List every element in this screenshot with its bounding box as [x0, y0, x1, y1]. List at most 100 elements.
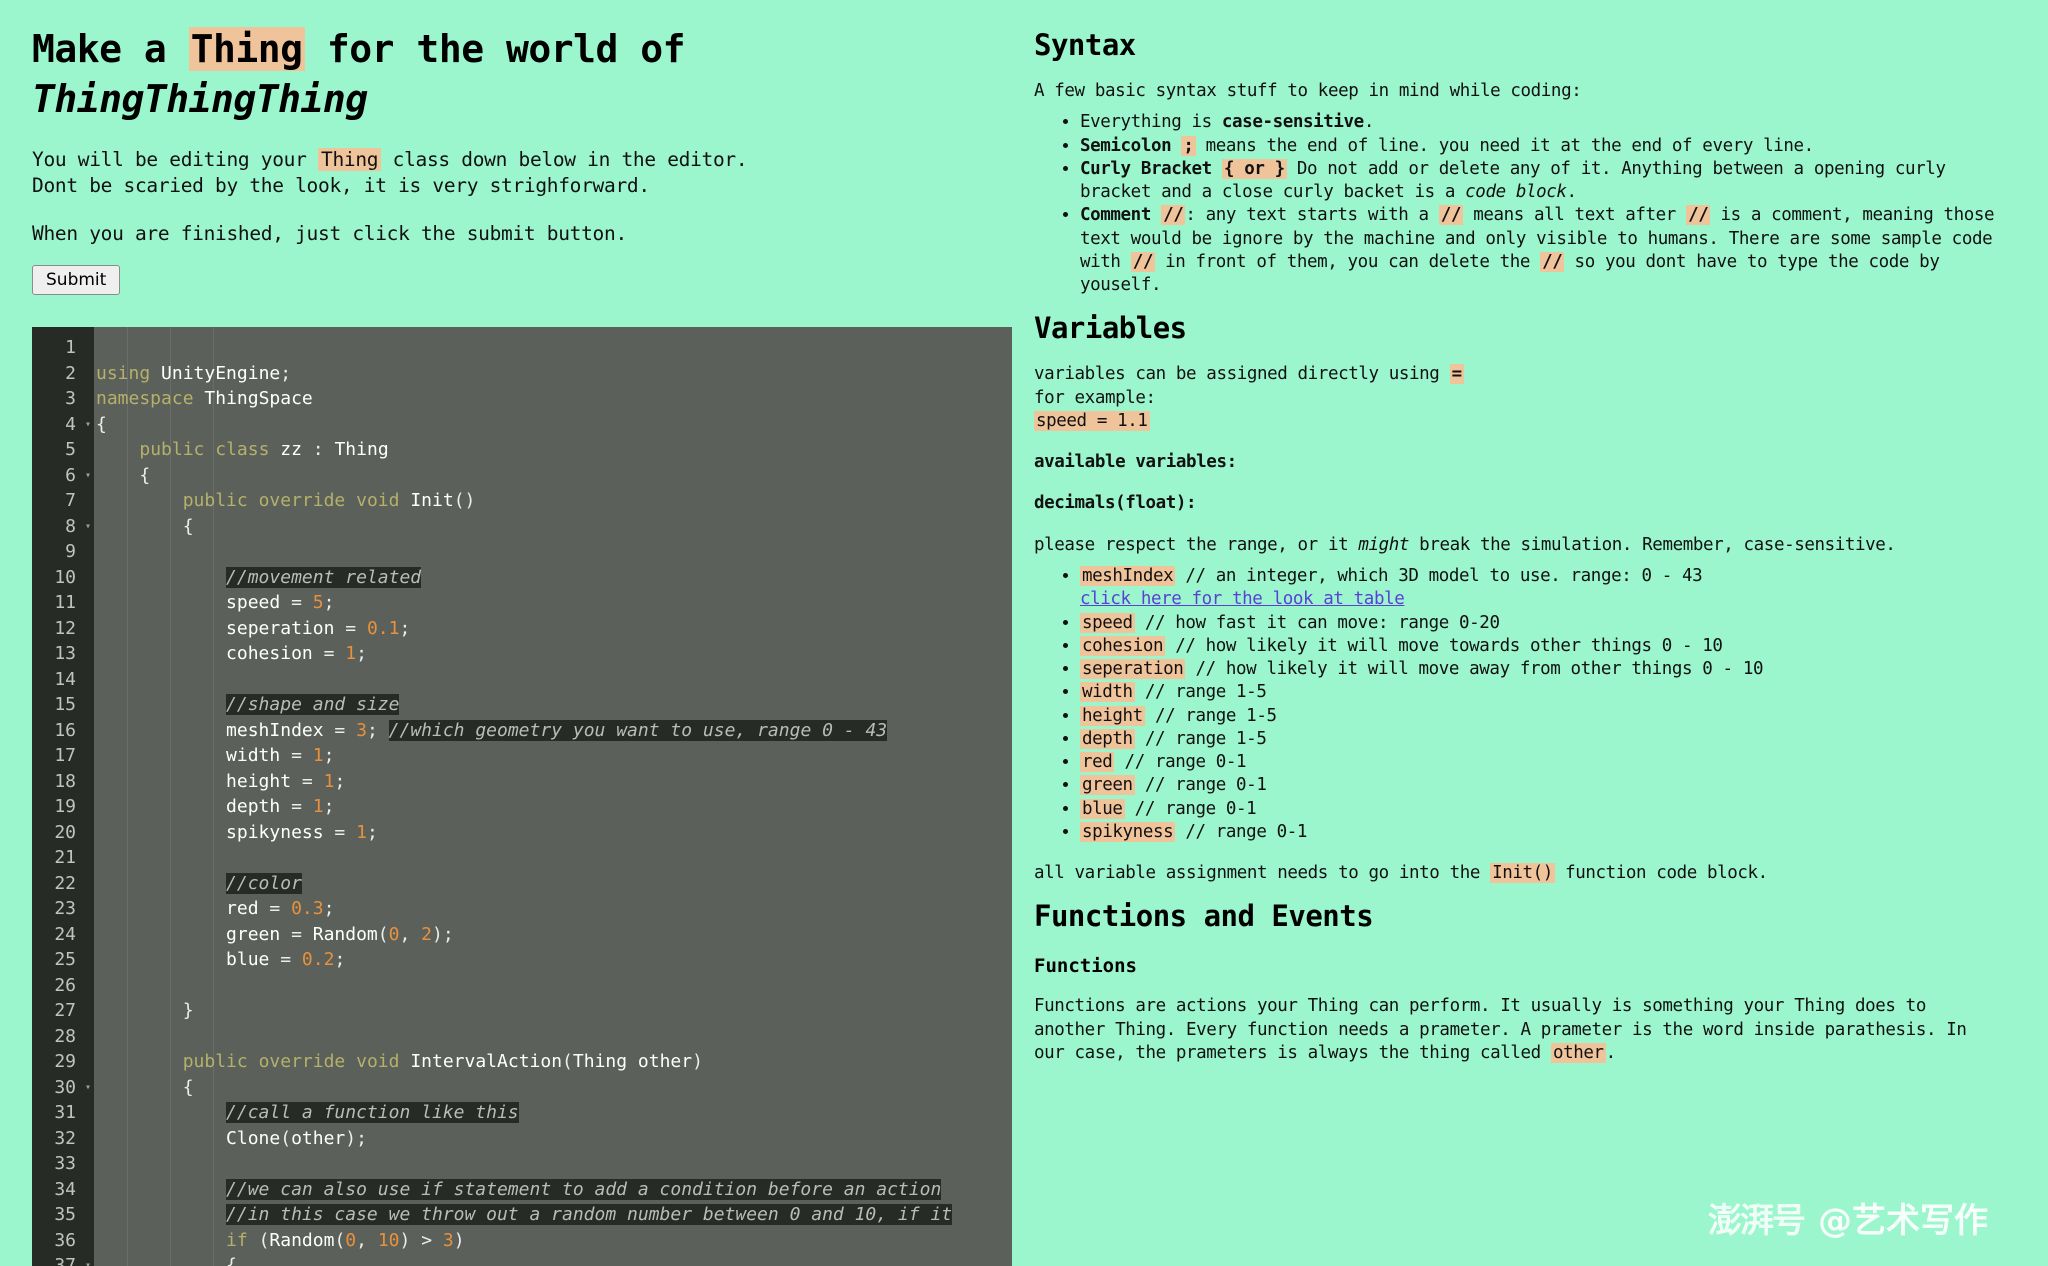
variable-list-item: spikyness // range 0-1 — [1080, 821, 2006, 844]
editor-code-line[interactable] — [94, 973, 1012, 999]
editor-code-line[interactable]: cohesion = 1; — [94, 641, 1012, 667]
variable-description: // range 0-1 — [1114, 752, 1247, 773]
variable-list-item: blue // range 0-1 — [1080, 798, 2006, 821]
editor-line-number: 10 — [54, 566, 76, 588]
editor-code-line[interactable]: } — [94, 998, 1012, 1024]
editor-code-line[interactable]: //we can also use if statement to add a … — [94, 1177, 1012, 1203]
left-column: Make a Thing for the world of ThingThing… — [0, 0, 1024, 1266]
variable-description: // range 1-5 — [1144, 705, 1277, 726]
editor-line-number: 25 — [54, 949, 76, 970]
syntax-b3-code: { or } — [1221, 158, 1287, 179]
editor-code-line[interactable]: blue = 0.2; — [94, 947, 1012, 973]
variable-description: // how fast it can move: range 0-20 — [1134, 612, 1500, 633]
editor-code-line[interactable]: { — [94, 412, 1012, 438]
editor-code-line[interactable]: { — [94, 463, 1012, 489]
editor-code-line[interactable]: { — [94, 1075, 1012, 1101]
editor-code-line[interactable]: //call a function like this — [94, 1100, 1012, 1126]
editor-line-number: 30 ▾ — [32, 1075, 94, 1101]
editor-line-number: 26 — [54, 974, 76, 996]
editor-code-line[interactable]: green = Random(0, 2); — [94, 922, 1012, 948]
editor-code-line[interactable]: meshIndex = 3; //which geometry you want… — [94, 718, 1012, 744]
syntax-b4-code5: // — [1540, 251, 1565, 272]
editor-code-line[interactable] — [94, 1024, 1012, 1050]
closing-init-code: Init() — [1490, 863, 1555, 884]
functions-events-heading: Functions and Events — [1034, 899, 1374, 934]
syntax-b3-rest2: . — [1566, 182, 1578, 203]
editor-code-line[interactable]: //movement related — [94, 565, 1012, 591]
variable-list-item: green // range 0-1 — [1080, 774, 2006, 797]
editor-line-number: 24 — [54, 923, 76, 945]
editor-line-number: 34 — [54, 1178, 76, 1200]
editor-line-number: 19 — [54, 796, 76, 817]
editor-code-line[interactable]: seperation = 0.1; — [94, 616, 1012, 642]
submit-button[interactable]: Submit — [32, 264, 121, 295]
intro-1c: Dont be scaried by the look, it is very … — [32, 174, 650, 198]
variable-name: spikyness — [1080, 821, 1176, 842]
variable-name: meshIndex — [1080, 565, 1176, 586]
editor-line-number: 14 — [54, 668, 76, 690]
editor-code-line[interactable]: namespace ThingSpace — [94, 386, 1012, 412]
syntax-b4-code2: // — [1438, 205, 1464, 226]
syntax-b2-bold: Semicolon — [1080, 135, 1172, 156]
editor-code-line[interactable]: //color — [94, 871, 1012, 897]
editor-code-area[interactable]: using UnityEngine; namespace ThingSpace{ … — [94, 327, 1012, 1266]
editor-code-line[interactable] — [94, 335, 1012, 361]
fold-arrow-icon[interactable]: ▾ — [85, 412, 91, 438]
editor-code-line[interactable]: red = 0.3; — [94, 896, 1012, 922]
variables-equals-code: = — [1449, 364, 1464, 385]
editor-line-number: 36 — [54, 1229, 76, 1251]
fold-arrow-icon[interactable]: ▾ — [85, 514, 91, 540]
editor-code-line[interactable]: depth = 1; — [94, 794, 1012, 820]
editor-line-number: 9 — [65, 541, 76, 562]
title-part-1: Make a — [32, 27, 189, 71]
editor-code-line[interactable]: height = 1; — [94, 769, 1012, 795]
editor-code-line[interactable]: { — [94, 514, 1012, 540]
editor-code-line[interactable]: width = 1; — [94, 743, 1012, 769]
title-part-2: for the world of — [304, 27, 686, 71]
editor-code-line[interactable]: public override void IntervalAction(Thin… — [94, 1049, 1012, 1075]
variable-list-item: red // range 0-1 — [1080, 751, 2006, 774]
functions-p1-a: Functions are actions your Thing can per… — [1034, 996, 1967, 1063]
page-title: Make a Thing for the world of ThingThing… — [32, 27, 992, 121]
decimals-post: break the simulation. Remember, case-sen… — [1409, 534, 1896, 555]
fold-arrow-icon[interactable]: ▾ — [85, 1253, 91, 1266]
editor-code-line[interactable]: public override void Init() — [94, 488, 1012, 514]
syntax-b2-rest: means the end of line. you need it at th… — [1195, 135, 1815, 156]
editor-code-line[interactable] — [94, 845, 1012, 871]
editor-line-number: 11 — [54, 592, 76, 613]
variables-assign-paragraph: variables can be assigned directly using… — [1034, 363, 2006, 433]
variable-description: // range 0-1 — [1134, 775, 1267, 796]
editor-code-line[interactable]: //in this case we throw out a random num… — [94, 1202, 1012, 1228]
editor-code-line[interactable]: if (Random(0, 10) > 3) — [94, 1228, 1012, 1254]
variable-description: // range 1-5 — [1134, 682, 1267, 703]
editor-code-line[interactable] — [94, 1151, 1012, 1177]
editor-line-number: 37 ▾ — [32, 1253, 94, 1266]
fold-arrow-icon[interactable]: ▾ — [85, 1075, 91, 1101]
syntax-item-comment: Comment //: any text starts with a // me… — [1080, 204, 2006, 297]
closing-post: function code block. — [1554, 863, 1768, 884]
editor-code-line[interactable]: speed = 5; — [94, 590, 1012, 616]
variable-name: width — [1080, 682, 1135, 703]
mesh-index-table-link[interactable]: click here for the look at table — [1080, 589, 1405, 609]
syntax-b2-code: ; — [1181, 135, 1196, 156]
decimals-italic: might — [1358, 534, 1410, 555]
intro-1b: class down below in the editor. — [381, 148, 748, 172]
editor-code-line[interactable]: { — [94, 1253, 1012, 1266]
editor-line-number: 32 — [54, 1127, 76, 1149]
editor-code-line[interactable]: Clone(other); — [94, 1126, 1012, 1152]
editor-code-line[interactable]: public class zz : Thing — [94, 437, 1012, 463]
variables-for-example: for example: — [1034, 387, 1156, 408]
editor-code-line[interactable] — [94, 667, 1012, 693]
editor-code-line[interactable] — [94, 539, 1012, 565]
editor-code-line[interactable]: spikyness = 1; — [94, 820, 1012, 846]
editor-code-line[interactable]: //shape and size — [94, 692, 1012, 718]
intro-paragraph-2: When you are finished, just click the su… — [32, 221, 627, 245]
syntax-b4-code1: // — [1161, 205, 1186, 226]
editor-code-line[interactable]: using UnityEngine; — [94, 361, 1012, 387]
variable-list-item: speed // how fast it can move: range 0-2… — [1080, 612, 2006, 635]
variable-list-item: depth // range 1-5 — [1080, 728, 2006, 751]
code-editor[interactable]: 1 2 3 4 ▾ 5 6 ▾ 7 8 ▾ 9 10 11 12 13 14 15 16 17 18 19 20 21 22 23… — [32, 327, 1012, 1266]
fold-arrow-icon[interactable]: ▾ — [85, 463, 91, 489]
syntax-b4-code3: // — [1686, 205, 1711, 226]
editor-line-number: 33 — [54, 1153, 76, 1174]
